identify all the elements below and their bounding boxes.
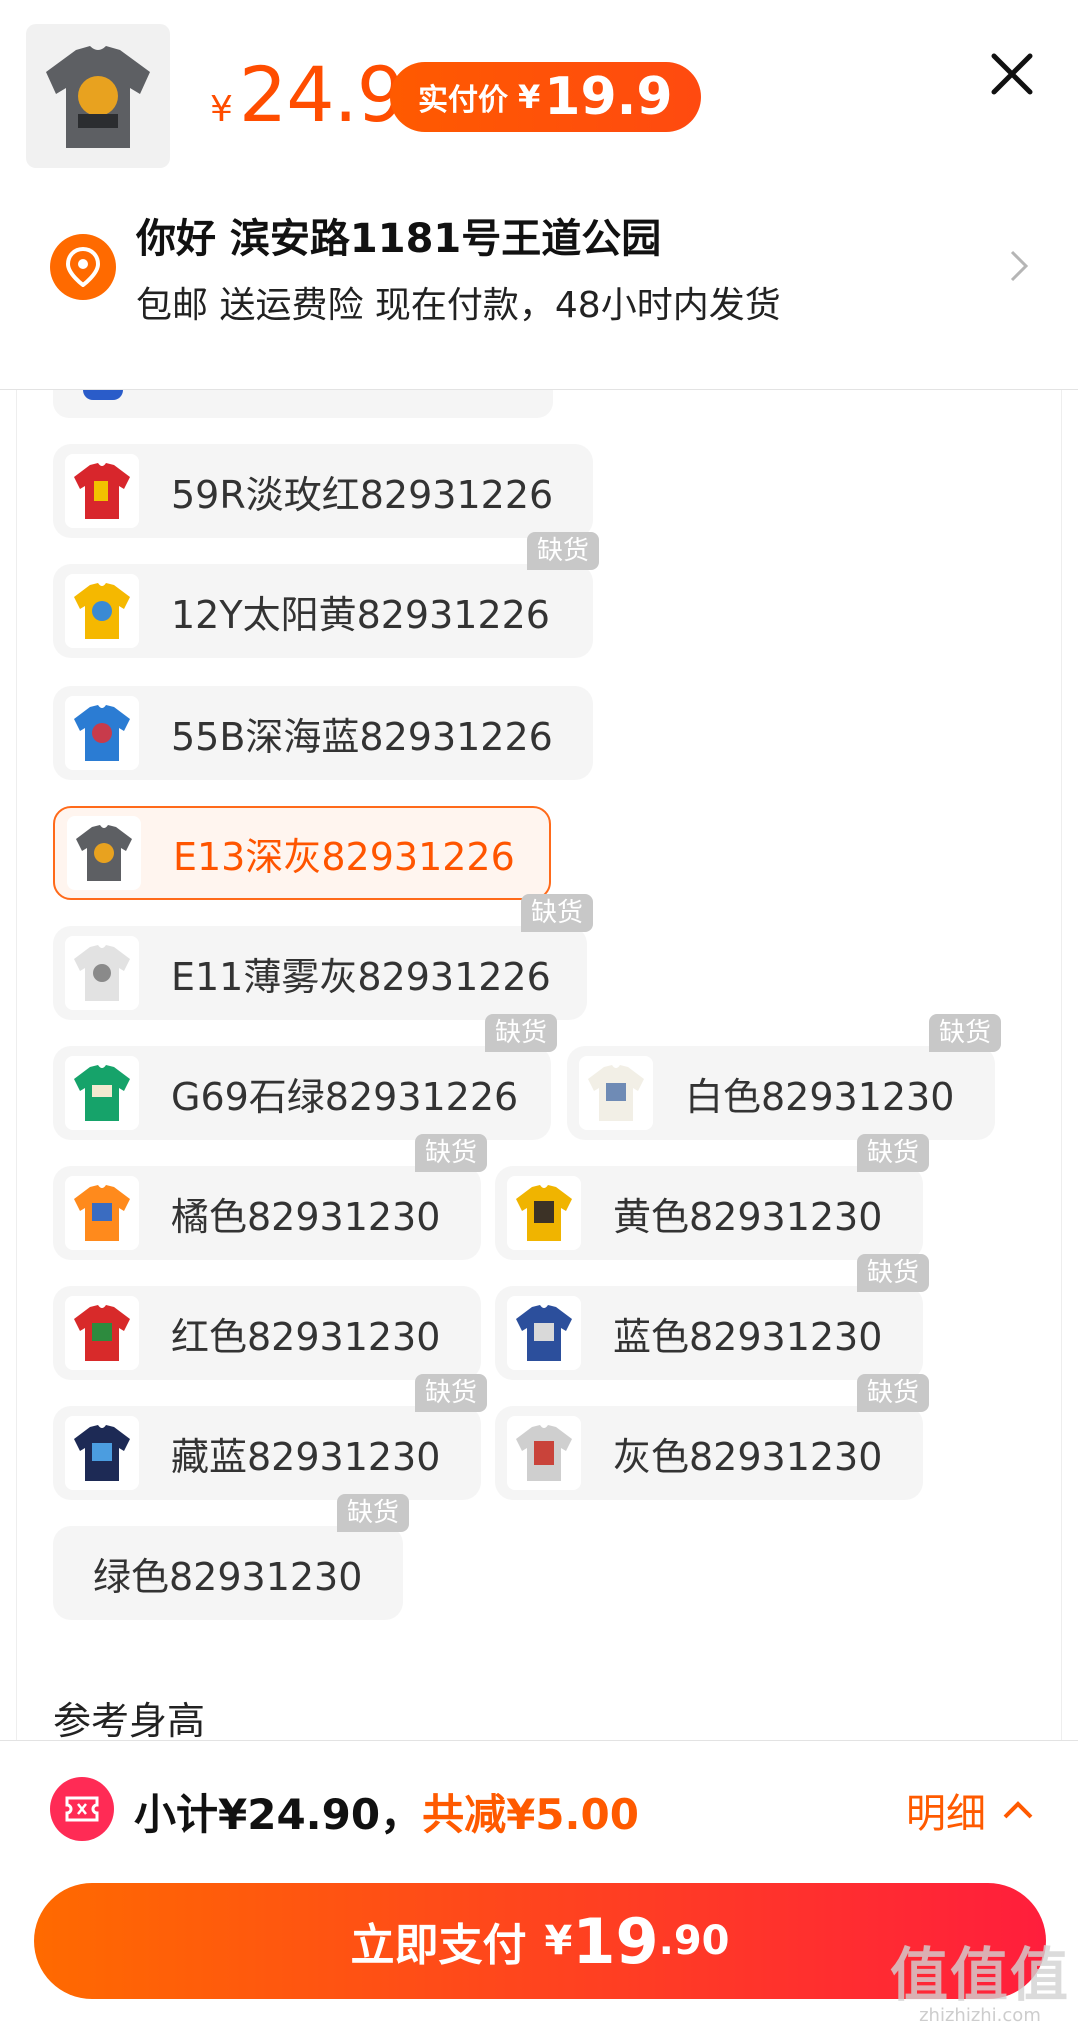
detail-label: 明细 [906, 1791, 986, 1837]
sku-label: 灰色82931230 [613, 1434, 883, 1479]
product-thumbnail[interactable] [26, 24, 170, 168]
out-of-stock-badge: 缺货 [336, 1494, 409, 1532]
detail-toggle[interactable]: 明细 [906, 1781, 1034, 1839]
address-title[interactable]: 你好 滨安路1181号王道公园 [136, 206, 661, 264]
sweatshirt-image [83, 390, 123, 400]
sweatshirt-image [46, 46, 150, 148]
sweatshirt-image [65, 454, 139, 528]
sku-label: 藏蓝82931230 [171, 1434, 441, 1479]
sku-label: 55B深海蓝82931226 [171, 714, 553, 759]
out-of-stock-badge: 缺货 [520, 894, 593, 932]
out-of-stock-badge: 缺货 [414, 1134, 487, 1172]
actual-price-label: 实付价 [418, 83, 508, 118]
sku-chip[interactable]: 绿色82931230 缺货 [53, 1494, 409, 1620]
original-price: ¥ 24.9 [210, 50, 405, 139]
location-pin-icon [50, 234, 116, 300]
out-of-stock-badge: 缺货 [414, 1374, 487, 1412]
size-section-title: 参考身高 [53, 1699, 206, 1740]
shipping-info: 包邮 送运费险 现在付款，48小时内发货 [136, 285, 781, 326]
sku-chip-partial[interactable] [53, 390, 553, 418]
chevron-right-icon[interactable] [1004, 246, 1034, 286]
sku-scroll-area[interactable]: 59R淡玫红82931226 12Y太阳黄82931226 缺货 55B深海蓝8… [16, 390, 1062, 1740]
sku-chip[interactable]: 蓝色82931230 缺货 [495, 1254, 929, 1380]
sku-chip[interactable]: 59R淡玫红82931226 [53, 444, 593, 538]
actual-price-currency: ¥ [518, 78, 541, 116]
sku-label: 绿色82931230 [93, 1554, 363, 1599]
sku-chip[interactable]: 灰色82931230 缺货 [495, 1374, 929, 1500]
sku-label: E11薄雾灰82931226 [171, 954, 551, 999]
sweatshirt-image [65, 1296, 139, 1370]
sweatshirt-image [65, 574, 139, 648]
sku-label: E13深灰82931226 [173, 834, 515, 879]
checkout-footer: 小计¥24.90，共减¥5.00 明细 立即支付 ¥ 19 .90 值值值 zh… [0, 1740, 1078, 2030]
sku-chip[interactable]: 橘色82931230 缺货 [53, 1134, 487, 1260]
sku-label: 黄色82931230 [613, 1194, 883, 1239]
chevron-up-icon [1003, 1801, 1033, 1819]
out-of-stock-badge: 缺货 [484, 1014, 557, 1052]
pay-amount-int: 19 [572, 1904, 659, 1978]
sku-chip[interactable]: 黄色82931230 缺货 [495, 1134, 929, 1260]
price-value: 24.9 [238, 50, 405, 139]
out-of-stock-badge: 缺货 [928, 1014, 1001, 1052]
sku-chip[interactable]: E11薄雾灰82931226 缺货 [53, 894, 593, 1020]
sku-chip[interactable]: 红色82931230 [53, 1286, 481, 1380]
sku-label: 59R淡玫红82931226 [171, 472, 554, 517]
sku-label: 12Y太阳黄82931226 [171, 592, 550, 637]
sweatshirt-image [65, 696, 139, 770]
sweatshirt-image [67, 816, 141, 890]
sku-chip[interactable]: 12Y太阳黄82931226 缺货 [53, 532, 599, 658]
sku-chip[interactable]: 藏蓝82931230 缺货 [53, 1374, 487, 1500]
price-currency: ¥ [210, 89, 233, 130]
sku-chip[interactable]: 白色82931230 缺货 [567, 1014, 1001, 1140]
sweatshirt-image [579, 1056, 653, 1130]
sku-header: ¥ 24.9 实付价 ¥ 19.9 你好 滨安路1181号王道公园 包邮 送运费… [0, 0, 1078, 390]
sweatshirt-image [507, 1176, 581, 1250]
subtotal-text: 小计¥24.90，共减¥5.00 [134, 1781, 639, 1842]
out-of-stock-badge: 缺货 [526, 532, 599, 570]
sweatshirt-image [65, 1056, 139, 1130]
sweatshirt-image [65, 1176, 139, 1250]
close-icon[interactable] [986, 48, 1038, 100]
sku-label: 红色82931230 [171, 1314, 441, 1359]
actual-price-value: 19.9 [544, 67, 673, 127]
sweatshirt-image [65, 1416, 139, 1490]
out-of-stock-badge: 缺货 [856, 1374, 929, 1412]
sku-chip[interactable]: G69石绿82931226 缺货 [53, 1014, 557, 1140]
discount-amount: 共减¥5.00 [422, 1790, 639, 1839]
pay-currency: ¥ [544, 1918, 573, 1964]
sku-label: G69石绿82931226 [171, 1074, 519, 1119]
out-of-stock-badge: 缺货 [856, 1134, 929, 1172]
sweatshirt-image [507, 1296, 581, 1370]
watermark-logo: 值值值 [889, 1941, 1070, 2009]
watermark: 值值值 zhizhizhi.com [890, 1945, 1070, 2026]
actual-price-pill: 实付价 ¥ 19.9 [390, 62, 701, 132]
sku-chip[interactable]: 55B深海蓝82931226 [53, 686, 593, 780]
sweatshirt-image [507, 1416, 581, 1490]
sku-label: 橘色82931230 [171, 1194, 441, 1239]
pay-now-label: 立即支付 [350, 1920, 527, 1971]
out-of-stock-badge: 缺货 [856, 1254, 929, 1292]
subtotal-amount: 小计¥24.90， [134, 1790, 423, 1839]
sku-chip-selected[interactable]: E13深灰82931226 [53, 806, 551, 900]
sku-label: 白色82931230 [685, 1074, 955, 1119]
coupon-icon [50, 1777, 114, 1841]
sku-label: 蓝色82931230 [613, 1314, 883, 1359]
pay-amount-dec: .90 [658, 1918, 730, 1964]
sweatshirt-image [65, 936, 139, 1010]
